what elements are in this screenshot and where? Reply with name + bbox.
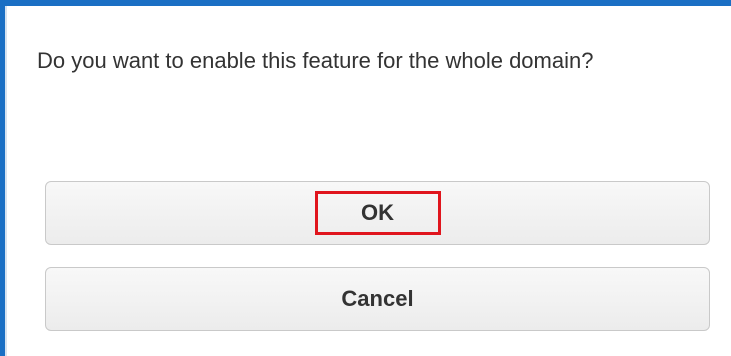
ok-button-label: OK (361, 200, 394, 225)
confirm-dialog: Do you want to enable this feature for t… (0, 0, 731, 356)
cancel-button[interactable]: Cancel (45, 267, 710, 331)
ok-highlight-box: OK (314, 191, 441, 235)
ok-button[interactable]: OK (45, 181, 710, 245)
dialog-left-border-shade (5, 6, 7, 356)
cancel-button-label: Cancel (341, 286, 414, 311)
dialog-top-border (0, 0, 731, 6)
dialog-message: Do you want to enable this feature for t… (37, 48, 594, 73)
